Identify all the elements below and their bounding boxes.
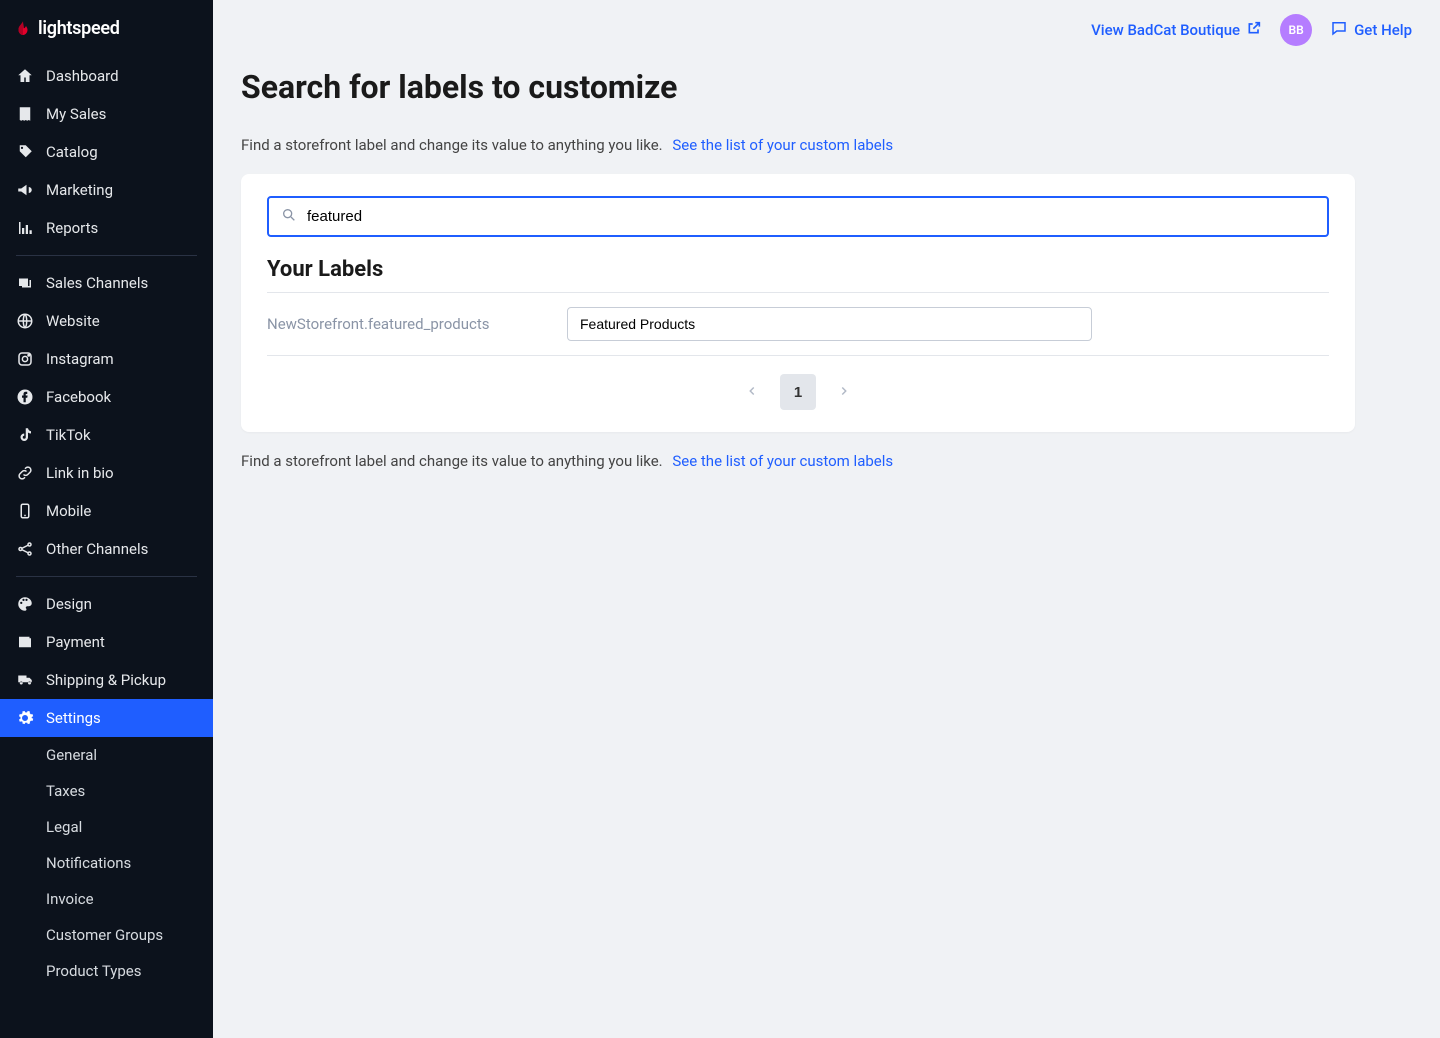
nav-other-channels[interactable]: Other Channels (0, 530, 213, 568)
truck-icon (16, 671, 34, 689)
nav-label: Instagram (46, 350, 114, 368)
subnav-customer-groups[interactable]: Customer Groups (0, 917, 213, 953)
nav-label: Sales Channels (46, 274, 148, 292)
search-icon (281, 207, 297, 227)
search-wrap (267, 196, 1329, 237)
megaphone-icon (16, 181, 34, 199)
palette-icon (16, 595, 34, 613)
nav-divider (16, 255, 197, 256)
nav-label: Settings (46, 709, 101, 727)
nav-instagram[interactable]: Instagram (0, 340, 213, 378)
label-row: NewStorefront.featured_products (267, 292, 1329, 356)
nav-website[interactable]: Website (0, 302, 213, 340)
nav-my-sales[interactable]: My Sales (0, 95, 213, 133)
nav-label: Dashboard (46, 67, 119, 85)
nav-tiktok[interactable]: TikTok (0, 416, 213, 454)
nav-label: Facebook (46, 388, 111, 406)
hint-top: Find a storefront label and change its v… (241, 136, 1355, 154)
pagination: 1 (267, 374, 1329, 410)
subnav-legal[interactable]: Legal (0, 809, 213, 845)
subnav-notifications[interactable]: Notifications (0, 845, 213, 881)
mobile-icon (16, 502, 34, 520)
wallet-icon (16, 633, 34, 651)
nav-label: Other Channels (46, 540, 148, 558)
gear-icon (16, 709, 34, 727)
sidebar: lightspeed Dashboard My Sales Catalog Ma… (0, 0, 213, 1038)
content: Search for labels to customize Find a st… (213, 56, 1383, 510)
instagram-icon (16, 350, 34, 368)
nav-dashboard[interactable]: Dashboard (0, 57, 213, 95)
hint-text: Find a storefront label and change its v… (241, 452, 663, 470)
view-store-label: View BadCat Boutique (1091, 21, 1240, 39)
nav-link-in-bio[interactable]: Link in bio (0, 454, 213, 492)
page-title: Search for labels to customize (241, 68, 1355, 106)
subnav-invoice[interactable]: Invoice (0, 881, 213, 917)
nav-label: TikTok (46, 426, 91, 444)
nav-shipping[interactable]: Shipping & Pickup (0, 661, 213, 699)
nav-label: Shipping & Pickup (46, 671, 166, 689)
tag-icon (16, 143, 34, 161)
nav-primary: Dashboard My Sales Catalog Marketing Rep… (0, 57, 213, 737)
chart-icon (16, 219, 34, 237)
label-key: NewStorefront.featured_products (267, 315, 547, 333)
globe-icon (16, 312, 34, 330)
nav-sales-channels[interactable]: Sales Channels (0, 264, 213, 302)
custom-labels-link[interactable]: See the list of your custom labels (672, 452, 893, 470)
nav-marketing[interactable]: Marketing (0, 171, 213, 209)
brand-name: lightspeed (38, 18, 120, 39)
hint-text: Find a storefront label and change its v… (241, 136, 663, 154)
label-value-input[interactable] (567, 307, 1092, 341)
search-input[interactable] (267, 196, 1329, 237)
nav-label: Link in bio (46, 464, 114, 482)
hint-bottom: Find a storefront label and change its v… (241, 452, 1355, 470)
external-link-icon (1246, 20, 1262, 40)
brand-logo[interactable]: lightspeed (0, 0, 213, 57)
section-title: Your Labels (267, 257, 1329, 282)
nav-label: Mobile (46, 502, 91, 520)
nav-label: Reports (46, 219, 98, 237)
labels-card: Your Labels NewStorefront.featured_produ… (241, 174, 1355, 432)
layers-icon (16, 274, 34, 292)
tiktok-icon (16, 426, 34, 444)
share-icon (16, 540, 34, 558)
nav-label: My Sales (46, 105, 106, 123)
chevron-right-icon (837, 384, 851, 401)
view-store-link[interactable]: View BadCat Boutique (1091, 20, 1262, 40)
nav-catalog[interactable]: Catalog (0, 133, 213, 171)
settings-subnav: General Taxes Legal Notifications Invoic… (0, 737, 213, 989)
subnav-product-types[interactable]: Product Types (0, 953, 213, 989)
nav-design[interactable]: Design (0, 585, 213, 623)
get-help-link[interactable]: Get Help (1330, 19, 1412, 41)
receipt-icon (16, 105, 34, 123)
facebook-icon (16, 388, 34, 406)
nav-payment[interactable]: Payment (0, 623, 213, 661)
nav-label: Payment (46, 633, 105, 651)
chevron-left-icon (745, 384, 759, 401)
page-next-button[interactable] (826, 374, 862, 410)
user-avatar[interactable]: BB (1280, 14, 1312, 46)
page-current[interactable]: 1 (780, 374, 816, 410)
nav-label: Design (46, 595, 92, 613)
subnav-general[interactable]: General (0, 737, 213, 773)
custom-labels-link[interactable]: See the list of your custom labels (672, 136, 893, 154)
main: View BadCat Boutique BB Get Help Search … (213, 0, 1440, 1038)
nav-divider (16, 576, 197, 577)
home-icon (16, 67, 34, 85)
link-icon (16, 464, 34, 482)
nav-reports[interactable]: Reports (0, 209, 213, 247)
page-prev-button[interactable] (734, 374, 770, 410)
nav-label: Catalog (46, 143, 98, 161)
nav-settings[interactable]: Settings (0, 699, 213, 737)
nav-label: Website (46, 312, 100, 330)
subnav-taxes[interactable]: Taxes (0, 773, 213, 809)
chat-icon (1330, 19, 1348, 41)
get-help-label: Get Help (1354, 21, 1412, 39)
topbar: View BadCat Boutique BB Get Help (213, 0, 1440, 56)
nav-mobile[interactable]: Mobile (0, 492, 213, 530)
nav-label: Marketing (46, 181, 113, 199)
flame-icon (14, 20, 32, 38)
nav-facebook[interactable]: Facebook (0, 378, 213, 416)
